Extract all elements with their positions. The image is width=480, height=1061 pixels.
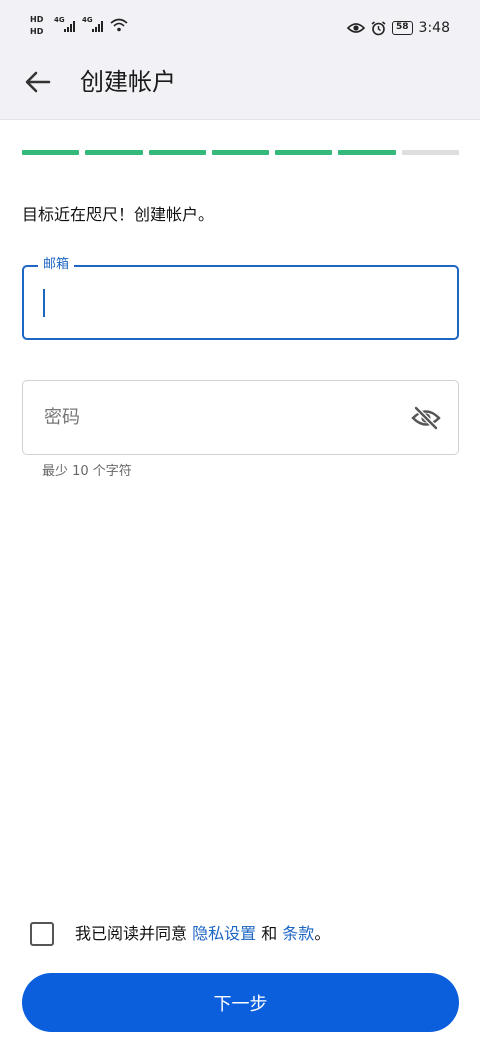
status-bar-right: 58 3:48: [347, 18, 450, 38]
agreement-text: 我已阅读并同意 隐私设置 和 条款。: [75, 922, 330, 946]
status-bar-left: HD HD 4G 4G: [30, 14, 140, 40]
password-field[interactable]: 密码: [22, 380, 459, 455]
signal-bars-1-icon: [64, 20, 75, 32]
progress-segment-6: [338, 150, 396, 155]
hd-indicator-2: HD: [30, 27, 44, 36]
agree-checkbox[interactable]: [30, 922, 54, 946]
terms-link[interactable]: 条款: [282, 924, 314, 943]
agreement-joiner: 和: [256, 924, 283, 943]
hd-indicator-1: HD: [30, 15, 44, 24]
alarm-clock-icon: [371, 20, 386, 35]
agreement-row: 我已阅读并同意 隐私设置 和 条款。: [30, 920, 460, 948]
create-account-screen: HD HD 4G 4G 58 3:48 创建帐户 目标近在咫尺！创建帐户。 邮箱…: [0, 0, 480, 1061]
status-time: 3:48: [418, 20, 450, 36]
arrow-left-icon: [25, 71, 51, 93]
email-field[interactable]: 邮箱: [22, 257, 459, 340]
progress-segment-3: [148, 150, 206, 155]
next-button[interactable]: 下一步: [22, 973, 459, 1032]
toggle-password-visibility-button[interactable]: [410, 403, 442, 433]
password-placeholder: 密码: [44, 407, 80, 428]
signal-bars-2-icon: [92, 20, 103, 32]
hd-indicators: HD HD: [30, 14, 52, 38]
status-bar: HD HD 4G 4G 58 3:48: [0, 0, 480, 44]
page-title: 创建帐户: [80, 68, 176, 96]
progress-segment-1: [22, 150, 80, 155]
text-caret: [43, 289, 45, 317]
email-label: 邮箱: [38, 257, 75, 273]
app-bar: 创建帐户: [0, 44, 480, 120]
battery-level: 58: [392, 21, 413, 35]
progress-segment-2: [85, 150, 143, 155]
progress-segment-4: [211, 150, 270, 155]
password-helper-text: 最少 10 个字符: [42, 464, 132, 479]
back-button[interactable]: [14, 58, 62, 106]
wifi-icon: [110, 18, 128, 32]
intro-text: 目标近在咫尺！创建帐户。: [22, 205, 215, 224]
progress-segment-5: [275, 150, 333, 155]
agreement-prefix: 我已阅读并同意: [75, 924, 193, 943]
eye-icon: [347, 23, 366, 33]
privacy-settings-link[interactable]: 隐私设置: [192, 924, 256, 943]
agreement-suffix: 。: [314, 924, 331, 943]
progress-segment-7: [401, 150, 459, 155]
signup-progress: [22, 150, 459, 156]
eye-off-icon: [411, 406, 441, 430]
